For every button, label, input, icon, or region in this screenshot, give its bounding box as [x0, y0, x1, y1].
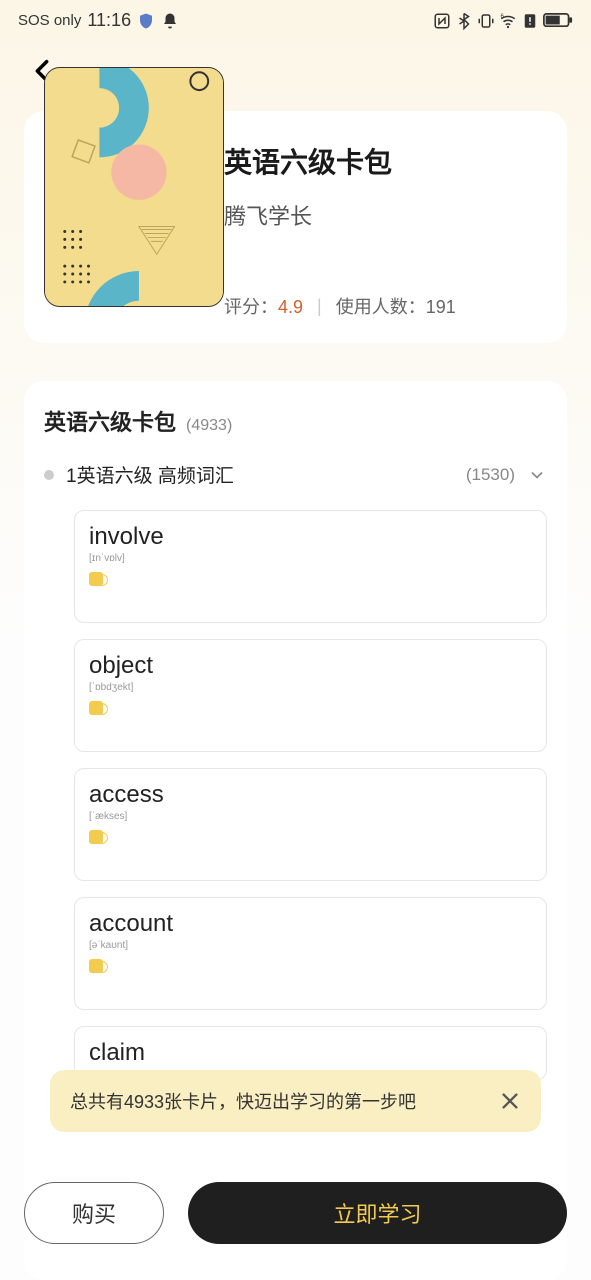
vibrate-icon	[477, 12, 495, 30]
bottom-bar: 购买 立即学习	[24, 1182, 567, 1244]
buy-button[interactable]: 购买	[24, 1182, 164, 1244]
section-count: (4933)	[186, 417, 232, 435]
word-card[interactable]: account [əˈkaʊnt]	[74, 897, 547, 1010]
group-count: (1530)	[466, 465, 515, 485]
bullet-icon	[44, 470, 54, 480]
word-card[interactable]: involve [ɪnˈvɒlv]	[74, 510, 547, 623]
chevron-down-icon	[527, 465, 547, 485]
word-text: object	[89, 652, 532, 680]
status-left: SOS only 11:16	[18, 10, 179, 31]
speaker-icon[interactable]	[89, 572, 103, 586]
clock: 11:16	[87, 10, 131, 31]
deck-title: 英语六级卡包	[224, 141, 547, 181]
word-card[interactable]: access [ˈækses]	[74, 768, 547, 881]
deck-cover	[44, 67, 224, 307]
users-label: 使用人数：	[336, 297, 426, 317]
deck-author: 腾飞学长	[224, 199, 547, 231]
battery-icon	[543, 13, 573, 29]
speaker-icon[interactable]	[89, 701, 103, 715]
status-bar: SOS only 11:16 6	[0, 0, 591, 37]
section-header: 英语六级卡包 (4933)	[44, 405, 547, 437]
group-title: 1英语六级 高频词汇	[66, 461, 454, 488]
word-text: access	[89, 781, 532, 809]
word-card[interactable]: object [ˈɒbdʒekt]	[74, 639, 547, 752]
phonetic-text: [ˈækses]	[89, 811, 532, 822]
speaker-icon[interactable]	[89, 830, 103, 844]
section-title: 英语六级卡包	[44, 405, 176, 437]
phonetic-text: [ɪnˈvɒlv]	[89, 553, 532, 564]
deck-header-card: 英语六级卡包 腾飞学长 评分：4.9 | 使用人数：191	[24, 111, 567, 343]
rating-label: 评分：	[224, 297, 278, 317]
toast-text: 总共有4933张卡片，快迈出学习的第一步吧	[70, 1088, 416, 1114]
shield-icon	[137, 12, 155, 30]
word-text: claim	[89, 1039, 532, 1067]
group-row[interactable]: 1英语六级 高频词汇 (1530)	[44, 461, 547, 494]
toast-banner: 总共有4933张卡片，快迈出学习的第一步吧	[50, 1070, 541, 1132]
close-icon[interactable]	[499, 1090, 521, 1112]
study-button[interactable]: 立即学习	[188, 1182, 567, 1244]
nfc-icon	[433, 12, 451, 30]
deck-meta: 评分：4.9 | 使用人数：191	[224, 293, 547, 319]
bluetooth-icon	[455, 12, 473, 30]
sim-alert-icon	[521, 12, 539, 30]
users-value: 191	[426, 297, 456, 317]
wifi-icon: 6	[499, 12, 517, 30]
phonetic-text: [ˈɒbdʒekt]	[89, 682, 532, 693]
bell-icon	[161, 12, 179, 30]
phonetic-text: [əˈkaʊnt]	[89, 940, 532, 951]
word-text: involve	[89, 523, 532, 551]
speaker-icon[interactable]	[89, 959, 103, 973]
status-right: 6	[433, 12, 573, 30]
word-text: account	[89, 910, 532, 938]
rating-value: 4.9	[278, 297, 303, 317]
cards-section: 英语六级卡包 (4933) 1英语六级 高频词汇 (1530) involve …	[24, 381, 567, 1280]
carrier-text: SOS only	[18, 12, 81, 29]
meta-divider: |	[317, 296, 322, 317]
